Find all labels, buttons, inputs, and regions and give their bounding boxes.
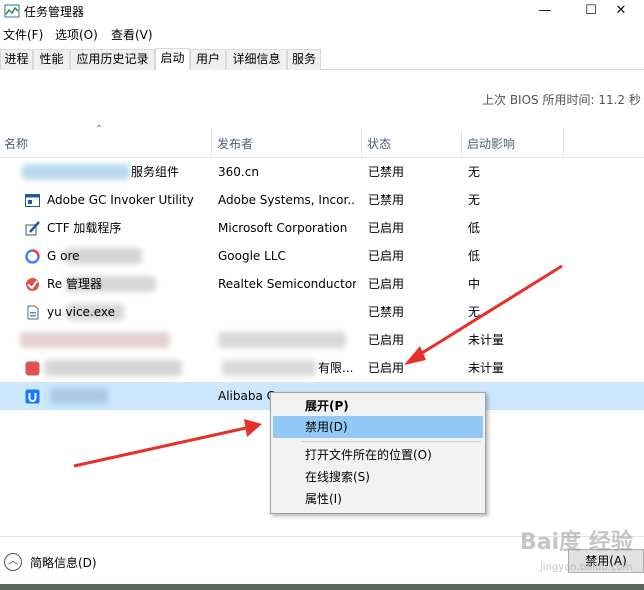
row-status: 已启用 [368, 249, 405, 263]
row-status: 已启用 [368, 277, 405, 291]
row-publisher: Microsoft Corporation [218, 221, 348, 235]
row-name: CTF 加载程序 [47, 221, 122, 235]
row-status: 已启用 [368, 221, 405, 235]
adobe-app-icon [25, 194, 40, 207]
tab-processes[interactable]: 进程 [0, 49, 33, 70]
menu-separator [301, 441, 481, 442]
tab-services[interactable]: 服务 [287, 49, 321, 70]
row-status: 已禁用 [368, 305, 405, 319]
row-publisher: 360.cn [218, 165, 259, 179]
last-bios-time: 上次 BIOS 所用时间: 11.2 秒 [482, 93, 641, 107]
desktop-strip [0, 584, 644, 590]
row-name [47, 354, 207, 382]
table-row[interactable]: G ore Google LLC 已启用 低 [0, 242, 644, 270]
row-impact: 未计量 [468, 333, 505, 347]
tab-performance[interactable]: 性能 [33, 49, 70, 70]
table-row[interactable]: 已启用 未计量 [0, 326, 644, 354]
row-status: 已禁用 [368, 165, 405, 179]
blurred-text [222, 360, 316, 376]
row-publisher: Google LLC [218, 249, 286, 263]
row-name [47, 326, 207, 354]
row-name: Adobe GC Invoker Utility [47, 193, 194, 207]
tab-app-history[interactable]: 应用历史记录 [70, 49, 155, 70]
red-app-icon [25, 361, 40, 376]
menu-item-disable[interactable]: 禁用(D) [273, 416, 483, 438]
column-startup-impact[interactable]: 启动影响 [463, 130, 563, 158]
row-status: 已启用 [368, 361, 405, 375]
fewer-details-link[interactable]: 简略信息(D) [30, 554, 97, 571]
row-impact: 中 [468, 277, 481, 291]
row-impact: 低 [468, 249, 481, 263]
arrow-to-disable [73, 419, 262, 468]
blurred-icon [22, 164, 130, 180]
alibaba-app-icon [25, 389, 40, 404]
tab-startup[interactable]: 启动 [155, 48, 190, 70]
exe-file-icon [27, 305, 39, 320]
google-icon [25, 249, 40, 264]
realtek-icon [26, 278, 39, 291]
menu-item-search-online[interactable]: 在线搜索(S) [273, 466, 483, 488]
tab-bar: 进程 性能 应用历史记录 启动 用户 详细信息 服务 [0, 48, 644, 70]
row-publisher [218, 326, 356, 354]
table-row[interactable]: 有限... 已启用 未计量 [0, 354, 644, 382]
close-button[interactable]: ✕ [598, 0, 644, 24]
column-name[interactable]: 名称 [0, 130, 211, 158]
menu-item-expand[interactable]: 展开(P) [273, 395, 483, 417]
menu-options[interactable]: 选项(O) [55, 26, 98, 43]
table-row[interactable]: yu vice.exe 已禁用 无 [0, 298, 644, 326]
window-title: 任务管理器 [24, 5, 85, 19]
row-impact: 无 [468, 193, 481, 207]
menu-file[interactable]: 文件(F) [3, 26, 43, 43]
row-publisher: Adobe Systems, Incor... [218, 193, 356, 207]
table-row[interactable]: Adobe GC Invoker Utility Adobe Systems, … [0, 186, 644, 214]
column-divider[interactable] [461, 130, 462, 158]
tab-details[interactable]: 详细信息 [226, 49, 287, 70]
task-manager-window: 任务管理器 — ☐ ✕ 文件(F) 选项(O) 查看(V) 进程 性能 应用历史… [0, 0, 644, 590]
row-publisher: 有限... [318, 361, 354, 375]
row-name: Re 管理器 [47, 277, 102, 291]
column-header: 名称 发布者 状态 启动影响 [0, 130, 644, 158]
row-impact: 无 [468, 305, 481, 319]
title-bar: 任务管理器 — ☐ ✕ [0, 0, 644, 24]
menu-view[interactable]: 查看(V) [111, 26, 153, 43]
row-name: yu vice.exe [47, 305, 116, 319]
row-impact: 未计量 [468, 361, 505, 375]
task-manager-icon [4, 4, 20, 18]
baidu-watermark: Bai度 经验 [520, 530, 633, 555]
row-name: 服务组件 [131, 165, 180, 179]
menu-bar: 文件(F) 选项(O) 查看(V) [0, 24, 644, 44]
row-name [47, 382, 207, 410]
row-status: 已启用 [368, 333, 405, 347]
row-name: G ore [47, 249, 80, 263]
context-menu: 展开(P) 禁用(D) 打开文件所在的位置(O) 在线搜索(S) 属性(I) [270, 392, 486, 514]
baidu-watermark-url: jingyan.baidu.com [540, 562, 633, 573]
row-impact: 无 [468, 165, 481, 179]
column-divider[interactable] [563, 130, 564, 158]
table-row[interactable]: CTF 加载程序 Microsoft Corporation 已启用 低 [0, 214, 644, 242]
minimize-button[interactable]: — [522, 0, 568, 24]
ctf-pen-icon [25, 221, 40, 236]
row-publisher [218, 298, 356, 326]
column-divider[interactable] [361, 130, 362, 158]
row-status: 已禁用 [368, 193, 405, 207]
column-divider[interactable] [211, 130, 212, 158]
row-impact: 低 [468, 221, 481, 235]
table-row[interactable]: Re 管理器 Realtek Semiconductor 已启用 中 [0, 270, 644, 298]
tab-users[interactable]: 用户 [190, 49, 226, 70]
table-row[interactable]: 服务组件 360.cn 已禁用 无 [0, 158, 644, 186]
row-publisher: Realtek Semiconductor [218, 277, 356, 291]
column-status[interactable]: 状态 [363, 130, 461, 158]
menu-item-properties[interactable]: 属性(I) [273, 488, 483, 510]
column-publisher[interactable]: 发布者 [213, 130, 361, 158]
chevron-up-circle-icon[interactable]: ︿ [4, 553, 22, 571]
menu-item-open-file-location[interactable]: 打开文件所在的位置(O) [273, 444, 483, 466]
